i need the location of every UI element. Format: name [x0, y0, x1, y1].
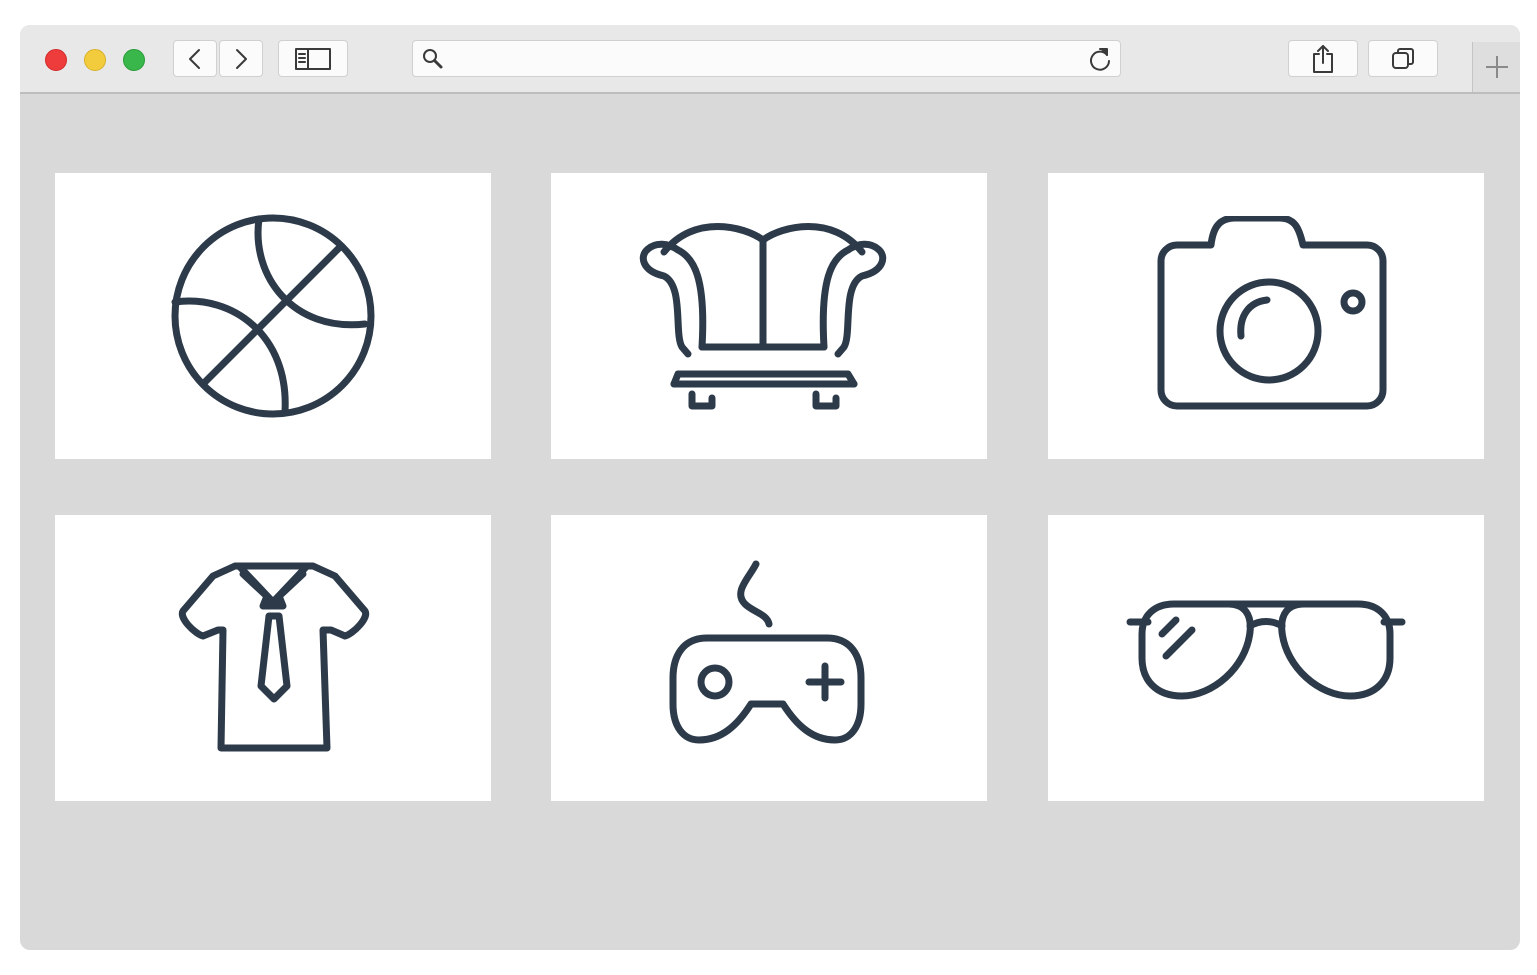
show-tabs-button[interactable]	[1368, 40, 1438, 77]
browser-toolbar	[20, 25, 1520, 94]
plus-icon	[1486, 56, 1508, 78]
card-shirt[interactable]	[55, 515, 491, 801]
sidebar-toggle-button[interactable]	[278, 40, 348, 77]
back-button[interactable]	[173, 40, 217, 77]
address-input[interactable]	[453, 45, 1077, 74]
reload-icon[interactable]	[1086, 45, 1114, 73]
card-sunglasses[interactable]	[1048, 515, 1484, 801]
share-icon	[1313, 44, 1333, 73]
new-tab-button[interactable]	[1472, 42, 1520, 92]
sidebar-icon	[295, 47, 331, 70]
shirt-tie-icon	[178, 562, 370, 752]
gamepad-icon	[669, 560, 865, 744]
search-icon	[423, 49, 443, 69]
forward-icon	[236, 48, 247, 69]
maximize-window-button[interactable]	[123, 49, 145, 71]
card-camera[interactable]	[1048, 173, 1484, 459]
card-gamepad[interactable]	[551, 515, 987, 801]
card-armchair[interactable]	[551, 173, 987, 459]
address-bar[interactable]	[412, 40, 1121, 77]
close-window-button[interactable]	[45, 49, 67, 71]
back-icon	[189, 48, 200, 69]
card-basketball[interactable]	[55, 173, 491, 459]
camera-icon	[1157, 216, 1387, 410]
page-content	[20, 94, 1520, 950]
tabs-icon	[1392, 47, 1414, 69]
armchair-icon	[639, 223, 887, 410]
forward-button[interactable]	[219, 40, 263, 77]
basketball-icon	[171, 214, 375, 418]
browser-window	[20, 25, 1520, 950]
minimize-window-button[interactable]	[84, 49, 106, 71]
sunglasses-icon	[1126, 600, 1406, 700]
share-button[interactable]	[1288, 40, 1358, 77]
